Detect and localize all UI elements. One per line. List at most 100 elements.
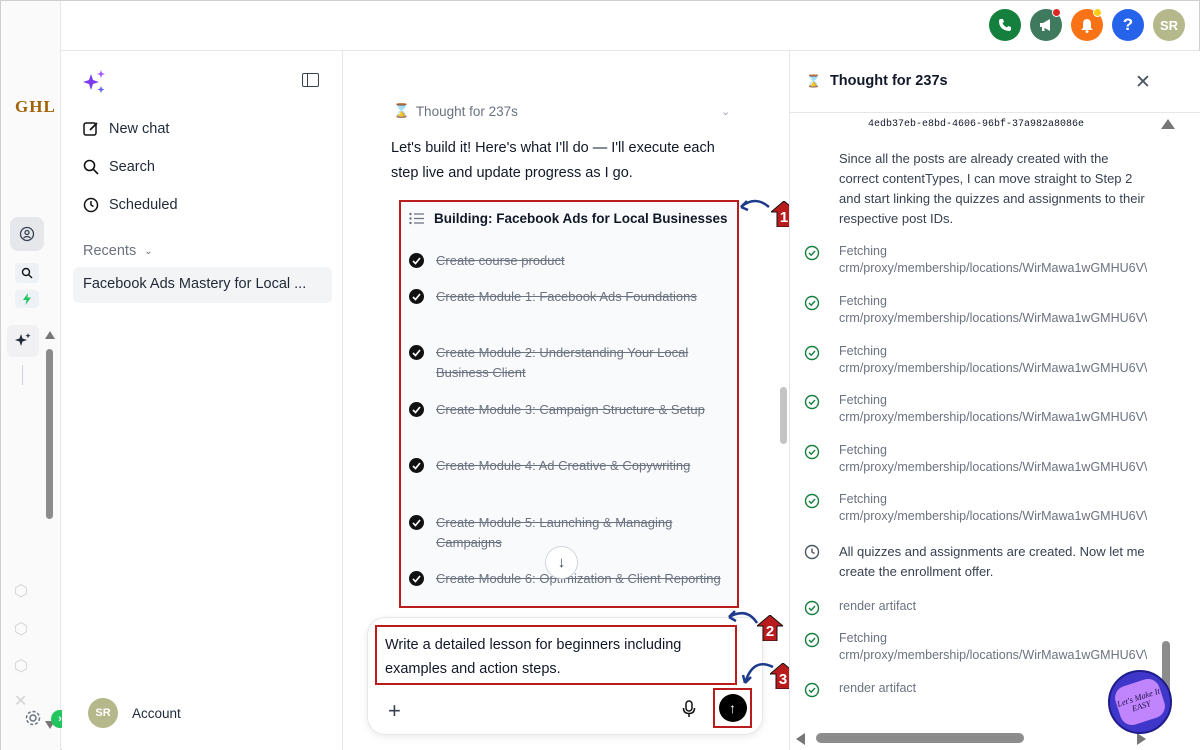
log-item: All quizzes and assignments are created.… [804,542,1158,582]
search-icon [83,159,99,175]
cube-icon: ⬡ [14,658,28,675]
log-item: render artifact [804,598,1158,616]
check-icon [409,571,424,586]
rail-ai-button[interactable] [7,325,39,357]
plan-step: Create Module 1: Facebook Ads Foundation… [409,287,729,307]
thought-log: 4edb37eb-e8bd-4606-96bf-37a982a8086e Sin… [790,113,1158,731]
new-chat-button[interactable]: New chat [82,120,169,138]
search-label: Search [109,159,155,175]
rail-automation-button[interactable] [15,290,39,308]
check-circle-icon [804,444,820,460]
arrow-up-icon: ↑ [729,700,736,716]
check-circle-icon [804,682,820,698]
brand-logo: GHL [15,97,56,116]
rail-user-button[interactable] [10,217,44,251]
check-circle-icon [804,600,820,616]
phone-button[interactable] [989,9,1021,41]
phone-icon [999,19,1011,31]
bell-icon [1081,18,1093,33]
chat-scroll-thumb[interactable] [780,387,787,444]
cube-icon: ⬡ [14,621,28,638]
scroll-right-arrow-icon[interactable] [1137,733,1146,745]
chevron-down-icon[interactable]: ⌄ [721,105,730,118]
account-label: Account [132,705,181,721]
megaphone-icon [1039,19,1050,31]
check-circle-icon [804,493,820,509]
scroll-up-arrow-icon[interactable] [45,331,55,339]
send-button[interactable]: ↑ [718,694,747,722]
hourglass-icon: ⌛ [393,103,410,118]
arrow-down-icon: ↓ [557,554,566,571]
edit-icon [83,122,98,136]
close-icon[interactable]: ✕ [1135,71,1151,94]
scheduled-clock-icon [83,197,99,213]
thought-panel: ⌛ Thought for 237s ✕ 4edb37eb-e8bd-4606-… [789,51,1200,750]
plan-step: Create Module 2: Understanding Your Loca… [409,343,729,383]
log-item: Fetching crm/proxy/membership/locations/W… [804,630,1158,664]
plan-step: Create Module 3: Campaign Structure & Se… [409,400,729,420]
new-chat-label: New chat [109,121,170,137]
check-circle-icon [804,632,820,648]
app-window: GHL ⬡ ⬡ ⬡ ✕ › ? SR New chat Search Sched… [0,0,1200,750]
assistant-message: Let's build it! Here's what I'll do — I'… [391,140,715,181]
search-button[interactable]: Search [82,158,155,176]
message-input[interactable]: Write a detailed lesson for beginners in… [375,625,737,685]
check-icon [409,515,424,530]
check-circle-icon [804,245,820,261]
announcements-button[interactable] [1030,8,1062,41]
search-icon [21,267,33,279]
plan-step: Create course product [409,251,729,271]
help-icon: ? [1122,15,1134,34]
notification-dot [1052,8,1061,17]
sidebar-toggle-button[interactable] [302,73,319,87]
heart-logo-icon: Let's Make It EASY [1111,675,1169,729]
plan-title-text: Building: Facebook Ads for Local Busines… [434,211,728,226]
recents-toggle[interactable]: Recents ⌄ [83,243,153,259]
thought-panel-hscroll-thumb[interactable] [816,733,1024,743]
left-rail: GHL ⬡ ⬡ ⬡ ✕ › [1,1,69,750]
check-icon [409,458,424,473]
account-button[interactable]: SR Account [88,698,181,728]
top-actions: ? SR [989,8,1185,41]
microphone-button[interactable] [682,700,696,723]
check-icon [409,253,424,268]
ai-sparkle-logo-icon [80,68,108,101]
notification-dot [1093,8,1102,17]
rail-divider [22,365,23,385]
rail-scroll-thumb[interactable] [46,349,53,519]
log-item: Fetching crm/proxy/membership/locations/W… [804,442,1158,476]
log-item: Fetching crm/proxy/membership/locations/W… [804,243,1158,277]
check-circle-icon [804,345,820,361]
add-attachment-button[interactable]: + [388,698,401,724]
thought-toggle[interactable]: ⌛ Thought for 237s [393,103,518,119]
build-plan-card: Building: Facebook Ads for Local Busines… [399,200,739,608]
recents-label: Recents [83,243,137,259]
scroll-down-button[interactable]: ↓ [545,546,578,579]
check-circle-icon [804,394,820,410]
chevron-down-icon: ⌄ [144,245,153,257]
send-button-highlight: ↑ [713,688,752,728]
log-item: Fetching crm/proxy/membership/locations/W… [804,392,1158,426]
scroll-left-arrow-icon[interactable] [796,733,805,745]
annotation-marker-2: 2 [757,615,783,641]
scroll-up-arrow-icon[interactable] [1161,119,1175,129]
list-icon [409,212,424,225]
thought-panel-header: ⌛ Thought for 237s ✕ [790,51,1200,113]
scheduled-button[interactable]: Scheduled [82,196,178,214]
help-button[interactable]: ? [1112,9,1144,41]
log-item: Fetching crm/proxy/membership/locations/W… [804,293,1158,327]
recent-chat-item[interactable]: Facebook Ads Mastery for Local ... [73,267,332,303]
thought-panel-vscrollbar[interactable] [1158,113,1176,731]
settings-button[interactable] [23,708,43,728]
check-icon [409,402,424,417]
log-item: render artifact [804,680,1158,698]
lets-make-it-easy-badge: Let's Make It EASY [1108,670,1172,734]
sparkle-icon [15,333,31,346]
user-avatar[interactable]: SR [1153,9,1185,41]
microphone-icon [682,700,696,717]
notifications-button[interactable] [1071,8,1103,41]
rail-search-button[interactable] [15,263,39,283]
log-item: Fetching crm/proxy/membership/locations/W… [804,491,1158,525]
thought-paragraph: Since all the posts are already created … [839,151,1145,226]
hourglass-icon: ⌛ [806,74,821,88]
